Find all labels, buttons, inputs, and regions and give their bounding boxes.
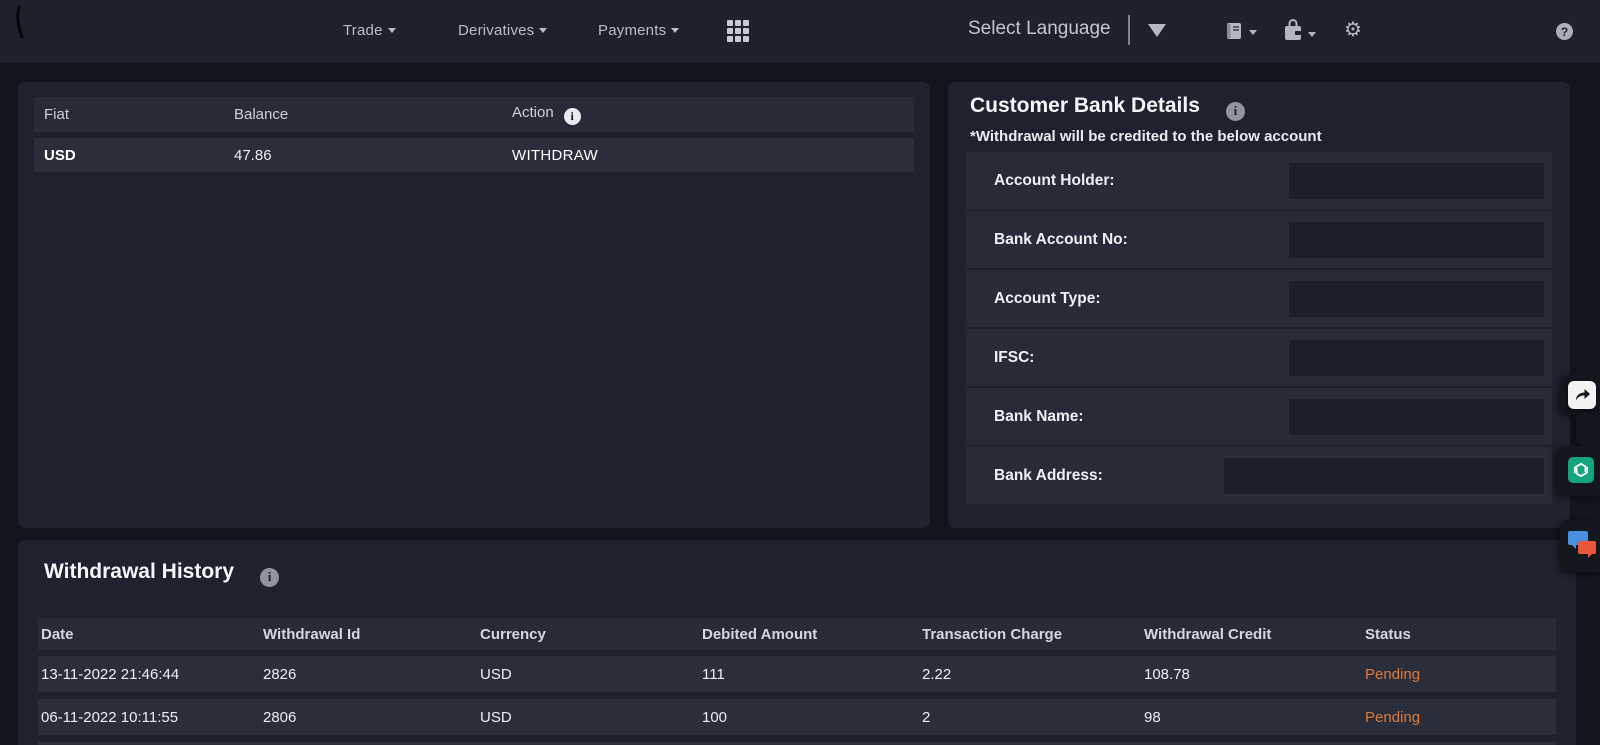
cell-transaction-charge: 2 [919, 709, 1141, 726]
fiat-col-header: Fiat [34, 106, 224, 123]
field-value [1224, 458, 1544, 494]
info-icon[interactable]: i [1226, 102, 1245, 121]
hidden-widget-tab [1576, 412, 1600, 446]
cell-currency: USD [477, 666, 699, 683]
withdrawal-history-table: Date Withdrawal Id Currency Debited Amou… [38, 618, 1556, 745]
field-bank-address: Bank Address: [966, 447, 1552, 504]
chevron-down-icon [539, 28, 547, 33]
status-badge: Pending [1362, 666, 1556, 683]
cell-debited-amount: 111 [699, 666, 919, 683]
status-badge: Pending [1362, 709, 1556, 726]
field-label: Account Type: [994, 290, 1101, 308]
chatgpt-logo-icon [1572, 461, 1590, 479]
info-icon[interactable]: i [564, 108, 581, 125]
field-ifsc: IFSC: [966, 329, 1552, 386]
action-col-header: Actioni [502, 104, 914, 125]
field-bank-name: Bank Name: [966, 388, 1552, 445]
field-bank-account-no: Bank Account No: [966, 211, 1552, 268]
fiat-currency: USD [34, 147, 224, 164]
table-row: 06-11-2022 10:11:55 2806 USD 100 2 98 Pe… [38, 699, 1556, 735]
nav-menu-derivatives[interactable]: Derivatives [458, 22, 547, 39]
col-header-status: Status [1362, 626, 1556, 643]
col-header-withdrawal-id: Withdrawal Id [260, 626, 477, 643]
table-row: 13-11-2022 21:46:44 2826 USD 111 2.22 10… [38, 656, 1556, 692]
panel-title: Withdrawal Historyi [44, 560, 279, 587]
nav-menu-trade[interactable]: Trade [343, 22, 396, 39]
chatgpt-button[interactable] [1568, 457, 1594, 483]
divider [1128, 15, 1130, 45]
help-icon[interactable]: ? [1556, 23, 1573, 40]
field-value [1289, 222, 1544, 258]
fiat-balance-panel: Fiat Balance Actioni USD 47.86 WITHDRAW [18, 82, 930, 528]
bank-fields-list: Account Holder: Bank Account No: Account… [966, 152, 1552, 506]
col-header-debited-amount: Debited Amount [699, 626, 919, 643]
nav-menu-payments[interactable]: Payments [598, 22, 679, 39]
panel-title: Customer Bank Detailsi [970, 94, 1245, 121]
top-navbar: Trade Derivatives Payments Select Langua… [0, 0, 1600, 63]
cell-withdrawal-id: 2806 [260, 709, 477, 726]
col-header-transaction-charge: Transaction Charge [919, 626, 1141, 643]
field-value [1289, 340, 1544, 376]
curved-arrow-icon [1572, 385, 1592, 405]
cell-date: 13-11-2022 21:46:44 [38, 666, 260, 683]
field-value [1289, 163, 1544, 199]
field-value [1289, 399, 1544, 435]
field-label: Bank Name: [994, 408, 1084, 426]
info-icon[interactable]: i [260, 568, 279, 587]
gear-icon[interactable]: ⚙ [1344, 20, 1362, 40]
nav-menu-payments-label: Payments [598, 22, 666, 39]
table-row: USD 47.86 WITHDRAW [34, 138, 914, 172]
chevron-down-icon [1308, 32, 1316, 37]
col-header-currency: Currency [477, 626, 699, 643]
orders-book-icon[interactable] [1224, 21, 1257, 46]
fiat-table-header: Fiat Balance Actioni [34, 97, 914, 132]
cell-currency: USD [477, 709, 699, 726]
field-value [1289, 281, 1544, 317]
table-header-row: Date Withdrawal Id Currency Debited Amou… [38, 618, 1556, 650]
nav-menu-trade-label: Trade [343, 22, 383, 39]
field-label: Bank Address: [994, 467, 1103, 485]
share-button[interactable] [1568, 381, 1596, 409]
cell-transaction-charge: 2.22 [919, 666, 1141, 683]
language-selector[interactable]: Select Language [968, 18, 1111, 40]
wallet-lock-icon[interactable] [1282, 17, 1316, 48]
cell-date: 06-11-2022 10:11:55 [38, 709, 260, 726]
withdrawal-history-panel: Withdrawal Historyi Date Withdrawal Id C… [18, 540, 1576, 745]
cell-debited-amount: 100 [699, 709, 919, 726]
cell-withdrawal-credit: 108.78 [1141, 666, 1362, 683]
field-label: Account Holder: [994, 172, 1115, 190]
withdrawal-note: *Withdrawal will be credited to the belo… [970, 128, 1322, 145]
language-dropdown-triangle-icon[interactable] [1148, 24, 1166, 37]
col-header-withdrawal-credit: Withdrawal Credit [1141, 626, 1362, 643]
nav-menu-derivatives-label: Derivatives [458, 22, 534, 39]
fiat-balance: 47.86 [224, 147, 502, 164]
field-account-type: Account Type: [966, 270, 1552, 327]
red-chat-bubble-icon [1578, 541, 1596, 554]
cell-withdrawal-id: 2826 [260, 666, 477, 683]
field-account-holder: Account Holder: [966, 152, 1552, 209]
chevron-down-icon [388, 28, 396, 33]
field-label: Bank Account No: [994, 231, 1128, 249]
apps-grid-icon[interactable] [727, 20, 753, 44]
chevron-down-icon [1249, 30, 1257, 35]
exchange-withdraw-page: Trade Derivatives Payments Select Langua… [0, 0, 1600, 745]
balance-col-header: Balance [224, 106, 502, 123]
customer-bank-details-panel: Customer Bank Detailsi *Withdrawal will … [948, 82, 1570, 528]
col-header-date: Date [38, 626, 260, 643]
cell-withdrawal-credit: 98 [1141, 709, 1362, 726]
field-label: IFSC: [994, 349, 1034, 367]
chevron-down-icon [671, 28, 679, 33]
withdraw-button[interactable]: WITHDRAW [502, 147, 914, 164]
screen-capture-button[interactable] [1568, 531, 1600, 561]
logo-mark [12, 4, 32, 47]
